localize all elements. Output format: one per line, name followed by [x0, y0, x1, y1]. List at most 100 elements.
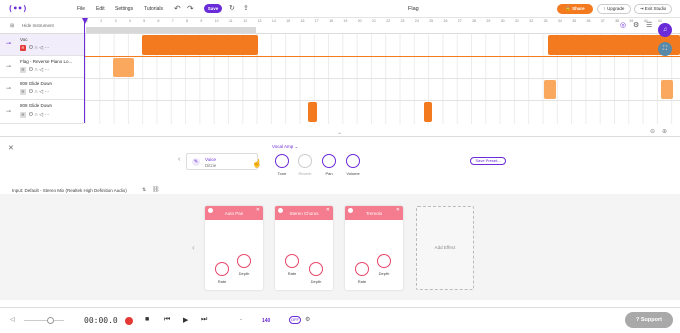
pan-knob[interactable]: [322, 154, 336, 168]
exit-studio-button[interactable]: ⇥ Exit Studio: [634, 4, 672, 14]
redo-icon[interactable]: ↷: [187, 4, 194, 13]
volume-icon[interactable]: ◁: [39, 112, 43, 118]
fast-forward-icon[interactable]: ⏭: [201, 316, 207, 324]
track-name[interactable]: 808 Glide Down: [20, 81, 52, 86]
menu-tutorials[interactable]: Tutorials: [144, 6, 163, 12]
track-header-piano[interactable]: ⊸ Flag - Reverse Piano Lo... Rʘ ∩ ◁ ⋯: [0, 56, 84, 78]
time-display: 00:00.0: [84, 316, 118, 325]
share-button[interactable]: 🔒 Share: [557, 4, 593, 14]
ruler-tick-label: 23: [400, 19, 405, 23]
history-icon[interactable]: ↻: [229, 4, 235, 12]
preset-dropdown[interactable]: Vocal Amp ⌄: [272, 144, 298, 150]
instruments-fab-icon[interactable]: ⛶: [658, 42, 672, 56]
master-volume-handle[interactable]: [47, 317, 54, 324]
track-name[interactable]: Voc: [20, 37, 28, 42]
record-arm-button[interactable]: R: [20, 112, 26, 118]
metronome-toggle[interactable]: OFF: [289, 316, 301, 324]
master-volume-slider[interactable]: [24, 320, 64, 321]
record-arm-button[interactable]: R: [20, 67, 26, 73]
input-source-select[interactable]: Input: Default - Stereo Mix (Realtek Hig…: [12, 188, 127, 193]
ruler-tick-label: 27: [457, 19, 462, 23]
solo-icon[interactable]: ∩: [34, 45, 38, 51]
track-header-808-2[interactable]: ⊸ 808 Glide Down Rʘ ∩ ◁ ⋯: [0, 100, 84, 124]
swap-icon[interactable]: ⇅: [142, 187, 146, 193]
mute-icon[interactable]: ʘ: [29, 45, 33, 51]
rewind-icon[interactable]: ⏮: [164, 316, 170, 324]
hide-instrument-icon[interactable]: ⊞: [10, 23, 14, 29]
instrument-selector[interactable]: ✎ Voice Ditzie: [186, 153, 258, 170]
timeline-ruler[interactable]: 1 2 3 4 5 6 7 8 9 10 11 12 13 14 15 16 17 18 19 20 21 22 23 24 2…: [84, 18, 680, 26]
audio-clip-piano[interactable]: [113, 58, 134, 77]
solo-icon[interactable]: ∩: [34, 112, 38, 118]
audio-clip-808[interactable]: [424, 102, 432, 122]
depth-knob[interactable]: [237, 254, 251, 268]
audio-clip-808[interactable]: [661, 80, 673, 99]
save-button[interactable]: Save: [204, 4, 222, 13]
menu-edit[interactable]: Edit: [96, 6, 105, 12]
record-arm-button[interactable]: R: [20, 89, 26, 95]
more-icon[interactable]: ⋯: [45, 89, 50, 95]
reverb-knob[interactable]: [298, 154, 312, 168]
menu-file[interactable]: File: [77, 6, 85, 12]
settings-icon[interactable]: ⚙: [305, 316, 310, 323]
chevron-left-icon[interactable]: ‹: [192, 243, 195, 252]
menu-settings[interactable]: Settings: [115, 6, 133, 12]
tone-knob[interactable]: [275, 154, 289, 168]
more-icon[interactable]: ⋯: [45, 45, 50, 51]
ai-assistant-icon[interactable]: ◎: [620, 21, 626, 29]
audio-clip-808[interactable]: [544, 80, 556, 99]
effect-card-tremolo[interactable]: ✕ Tremolo Rate Depth: [345, 206, 403, 290]
effect-card-stereo-chorus[interactable]: ✕ Stereo Chorus Rate Depth: [275, 206, 333, 290]
bandlab-logo[interactable]: (••): [8, 4, 27, 13]
record-arm-button[interactable]: R: [20, 45, 26, 51]
zoom-in-icon[interactable]: ⊕: [662, 128, 667, 135]
close-panel-icon[interactable]: ✕: [8, 144, 14, 152]
rate-knob[interactable]: [355, 262, 369, 276]
more-icon[interactable]: ⋯: [45, 112, 50, 118]
volume-knob[interactable]: [346, 154, 360, 168]
audio-clip-voc[interactable]: [142, 35, 258, 55]
hide-instrument-toggle[interactable]: Hide Instrument: [22, 23, 54, 28]
export-icon[interactable]: ⇪: [243, 4, 249, 12]
sliders-icon[interactable]: ☰: [646, 21, 652, 29]
key-display[interactable]: -: [240, 317, 242, 323]
solo-icon[interactable]: ∩: [34, 67, 38, 73]
music-note-fab-icon[interactable]: ♫: [658, 23, 672, 37]
track-header-voc[interactable]: ⊸ Voc Rʘ ∩ ◁ ⋯: [0, 34, 84, 56]
link-icon[interactable]: ⛓: [152, 186, 160, 193]
more-icon[interactable]: ⋯: [45, 67, 50, 73]
rate-knob[interactable]: [215, 262, 229, 276]
settings-gear-icon[interactable]: ⚙: [633, 21, 639, 29]
mute-icon[interactable]: ʘ: [29, 89, 33, 95]
playhead-handle[interactable]: [82, 18, 88, 24]
upgrade-button[interactable]: ↑ Upgrade: [597, 4, 631, 14]
zoom-out-icon[interactable]: ⊖: [650, 128, 655, 135]
volume-icon[interactable]: ◁: [39, 89, 43, 95]
undo-icon[interactable]: ↶: [174, 4, 181, 13]
effect-card-auto-pan[interactable]: ✕ Auto Pan Rate Depth: [205, 206, 263, 290]
volume-icon[interactable]: ◁: [39, 67, 43, 73]
audio-clip-808[interactable]: [308, 102, 317, 122]
depth-knob[interactable]: [377, 254, 391, 268]
add-effect-button[interactable]: Add Effect: [416, 206, 474, 290]
depth-knob[interactable]: [309, 262, 323, 276]
save-preset-button[interactable]: Save Preset...: [470, 157, 506, 165]
track-name[interactable]: Flag - Reverse Piano Lo...: [20, 59, 72, 64]
tempo-display[interactable]: 140: [262, 318, 270, 324]
solo-icon[interactable]: ∩: [34, 89, 38, 95]
rate-knob[interactable]: [285, 254, 299, 268]
stop-icon[interactable]: ■: [145, 316, 149, 323]
support-button[interactable]: ? Support: [625, 312, 673, 328]
play-icon[interactable]: ▶: [183, 316, 188, 324]
instrument-type: Voice: [205, 157, 217, 162]
mute-icon[interactable]: ʘ: [29, 67, 33, 73]
chevron-left-icon[interactable]: ‹: [178, 156, 180, 163]
track-name[interactable]: 808 Glide Down: [20, 103, 52, 108]
volume-icon[interactable]: ◁: [39, 45, 43, 51]
project-title[interactable]: Flag: [408, 6, 419, 12]
loop-region[interactable]: [86, 27, 256, 33]
mute-icon[interactable]: ʘ: [29, 112, 33, 118]
record-button[interactable]: [125, 317, 133, 325]
track-header-808-1[interactable]: ⊸ 808 Glide Down Rʘ ∩ ◁ ⋯: [0, 78, 84, 100]
ruler-tick-label: 18: [329, 19, 333, 23]
